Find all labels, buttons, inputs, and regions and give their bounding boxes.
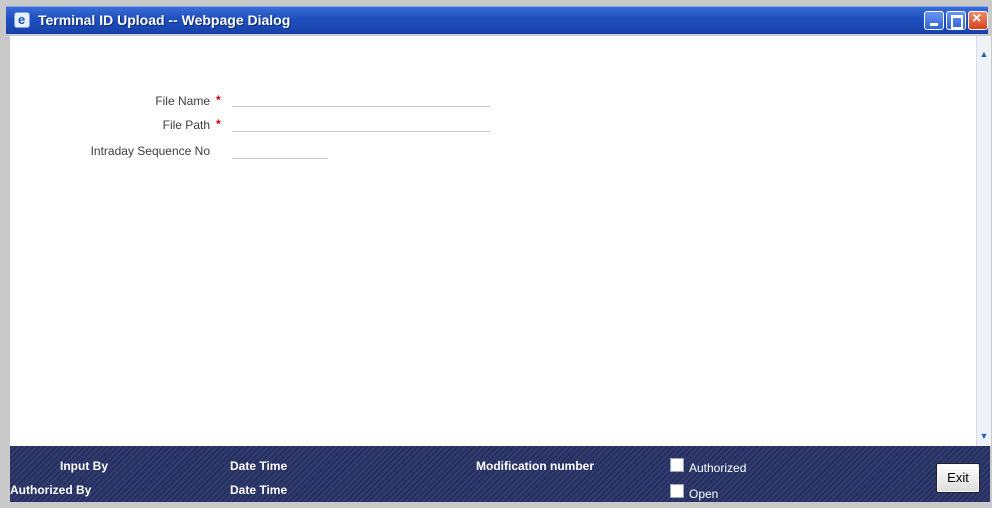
open-checkbox[interactable] xyxy=(670,484,684,498)
close-icon[interactable]: × xyxy=(968,10,988,30)
minimize-icon[interactable] xyxy=(924,11,944,30)
intraday-sequence-input[interactable] xyxy=(232,146,328,159)
scroll-up-icon[interactable]: ▲ xyxy=(978,48,990,60)
file-path-label: File Path xyxy=(162,118,210,132)
file-name-input[interactable] xyxy=(232,94,490,107)
vertical-scrollbar[interactable]: ▲ ▼ xyxy=(976,36,991,446)
authorized-by-label: Authorized By xyxy=(10,483,92,497)
date-time-label: Date Time xyxy=(230,459,288,473)
form-area: File Name * File Path * Intraday Sequenc… xyxy=(10,36,976,446)
modification-number-label: Modification number xyxy=(476,459,594,473)
ie-icon: e xyxy=(14,12,30,28)
file-path-input[interactable] xyxy=(232,119,490,132)
open-label: Open xyxy=(689,487,719,501)
exit-button[interactable]: Exit xyxy=(936,463,980,493)
required-mark: * xyxy=(216,93,221,107)
scroll-down-icon[interactable]: ▼ xyxy=(978,430,990,442)
required-mark: * xyxy=(216,117,221,131)
date-time-label: Date Time xyxy=(230,483,288,497)
dialog-window: e Terminal ID Upload -- Webpage Dialog ×… xyxy=(0,0,992,508)
title-bar[interactable]: e Terminal ID Upload -- Webpage Dialog × xyxy=(6,6,988,34)
file-name-label: File Name xyxy=(155,94,210,108)
authorized-label: Authorized xyxy=(689,461,747,475)
window-title: Terminal ID Upload -- Webpage Dialog xyxy=(38,12,291,28)
authorized-checkbox[interactable] xyxy=(670,458,684,472)
audit-footer: Input By Authorized By Date Time Date Ti… xyxy=(10,446,990,502)
input-by-label: Input By xyxy=(60,459,108,473)
maximize-icon[interactable] xyxy=(946,11,966,30)
intraday-sequence-label: Intraday Sequence No xyxy=(90,144,210,158)
